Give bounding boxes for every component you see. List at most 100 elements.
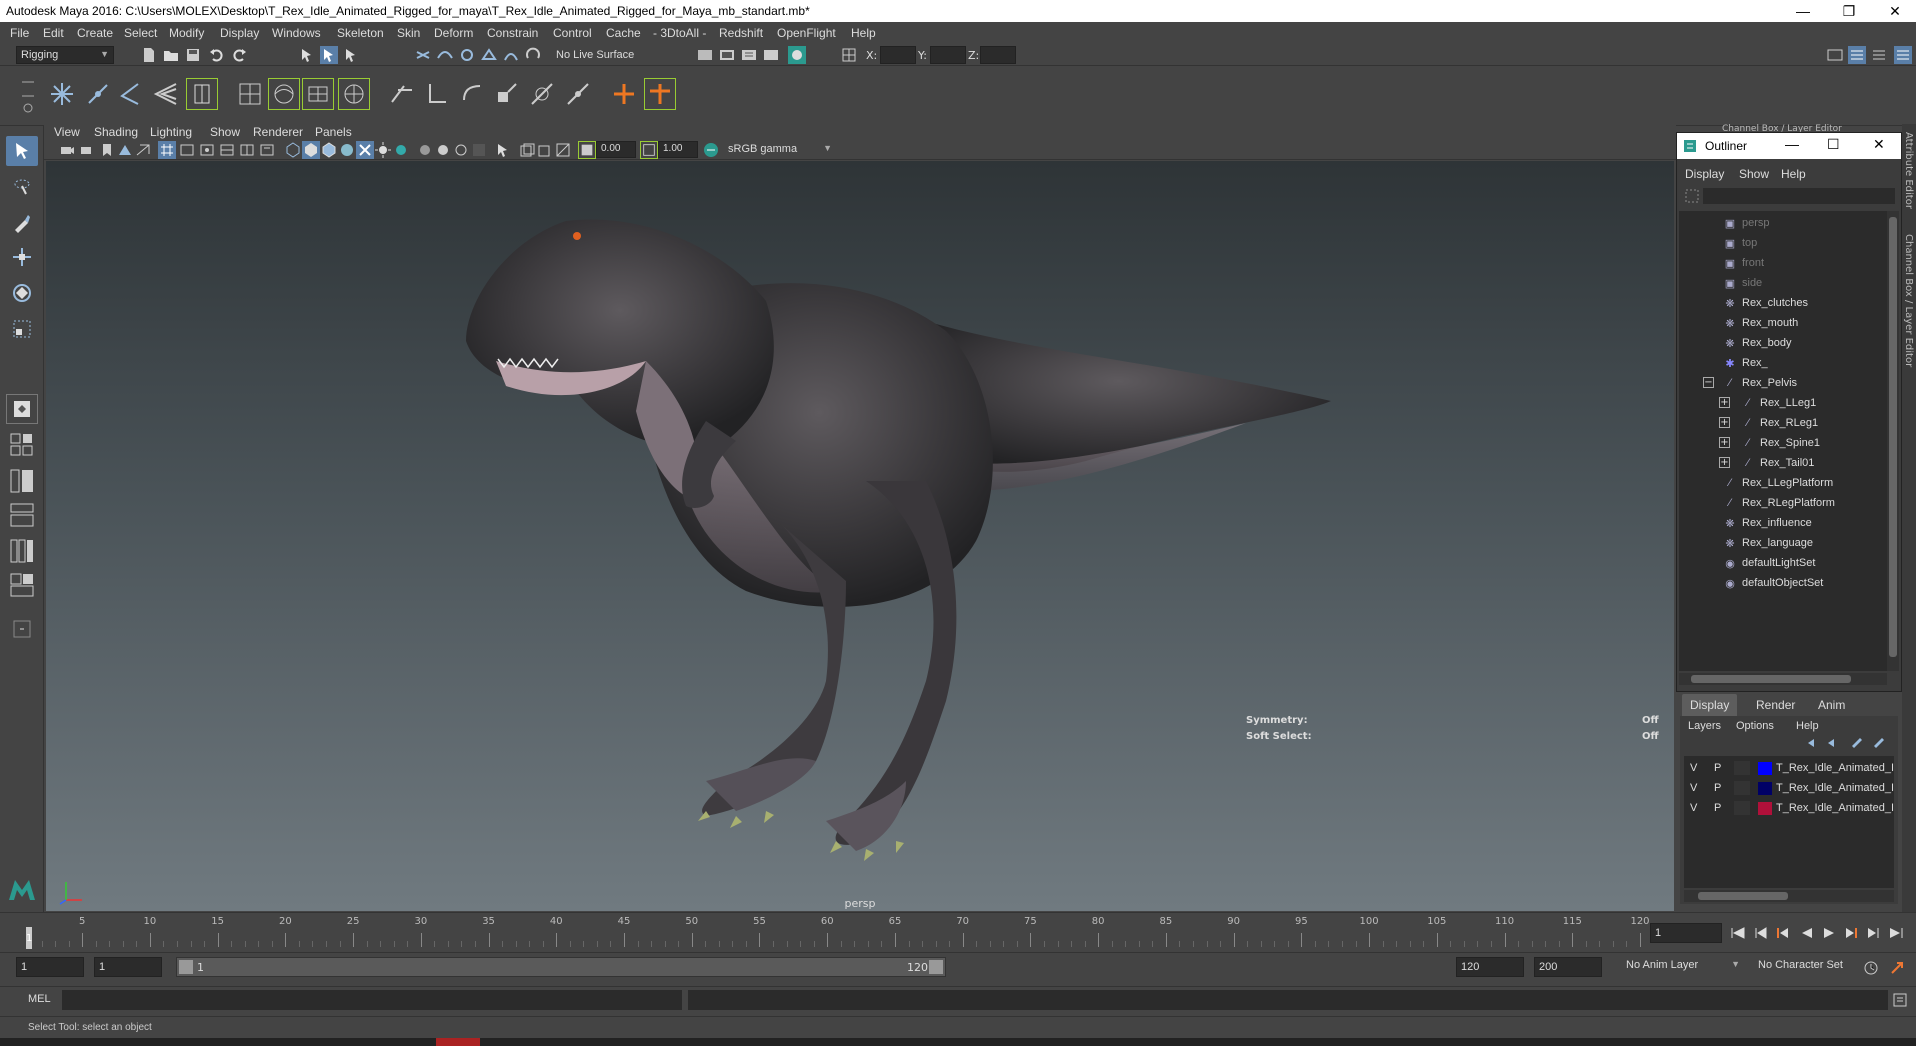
outliner-item[interactable]: ▣ side (1723, 273, 1762, 293)
safe-action-icon[interactable] (258, 141, 276, 159)
ik-handle-icon[interactable] (82, 78, 114, 110)
y-field[interactable] (930, 46, 966, 64)
layer-display-type[interactable] (1734, 781, 1750, 795)
viewport-menu-show[interactable]: Show (210, 125, 240, 139)
menu-file[interactable]: File (10, 26, 29, 40)
layer-name[interactable]: T_Rex_Idle_Animated_I (1776, 762, 1894, 774)
lasso-tool-icon[interactable] (6, 172, 38, 202)
cluster-icon[interactable] (268, 78, 300, 110)
live-surface-label[interactable]: No Live Surface (556, 49, 634, 61)
attribute-editor-toggle-icon[interactable] (1848, 46, 1866, 64)
tool-settings-icon[interactable] (1870, 46, 1888, 64)
perspective-viewport[interactable]: persp Symmetry: Off Soft Select: Off (46, 161, 1674, 911)
move-tool-icon[interactable] (6, 242, 38, 272)
scrollbar-thumb[interactable] (1698, 892, 1788, 900)
menu-set-dropdown[interactable]: Rigging ▼ (16, 46, 114, 64)
outliner-item[interactable]: ❋ Rex_mouth (1723, 313, 1798, 333)
expand-icon[interactable]: + (1719, 397, 1730, 408)
outliner-item[interactable]: ▣ front (1723, 253, 1764, 273)
play-backwards-icon[interactable] (1802, 928, 1812, 938)
outliner-item[interactable]: ⁄ Rex_LLeg1 (1741, 393, 1816, 413)
tab-render[interactable]: Render (1748, 694, 1803, 716)
go-to-end-icon[interactable] (1890, 928, 1903, 938)
xray-joints-icon[interactable] (518, 141, 536, 159)
layer-playback-toggle[interactable]: P (1714, 762, 1721, 774)
outliner-menu-display[interactable]: Display (1685, 167, 1724, 181)
select-by-object-icon[interactable] (320, 46, 338, 64)
step-forward-frame-icon[interactable] (1846, 928, 1857, 938)
multisample-aa-icon[interactable] (434, 141, 452, 159)
exposure-icon[interactable] (578, 141, 596, 159)
menu-3dtoall[interactable]: - 3DtoAll - (653, 26, 706, 40)
save-scene-icon[interactable] (184, 46, 202, 64)
layer-color-swatch[interactable] (1758, 762, 1772, 775)
layer-row[interactable]: V P T_Rex_Idle_Animated_I (1688, 780, 1898, 798)
backface-culling-icon[interactable] (554, 141, 572, 159)
playback-end-field[interactable]: 120 (1456, 957, 1524, 977)
layer-visibility-toggle[interactable]: V (1690, 802, 1697, 814)
range-slider[interactable]: 1 120 (176, 957, 946, 977)
joint-tool-icon[interactable] (46, 78, 78, 110)
outliner-item[interactable]: ✱ Rex_ (1723, 353, 1767, 373)
pole-vector-constraint-icon[interactable] (562, 78, 594, 110)
point-constraint-icon[interactable] (420, 78, 452, 110)
t-rex-model[interactable] (46, 161, 1674, 911)
viewport-menu-renderer[interactable]: Renderer (253, 125, 303, 139)
outliner-menu-help[interactable]: Help (1781, 167, 1806, 181)
color-management-icon[interactable] (702, 141, 720, 159)
layer-display-type[interactable] (1734, 801, 1750, 815)
layer-visibility-toggle[interactable]: V (1690, 762, 1697, 774)
layer-name[interactable]: T_Rex_Idle_Animated_I (1776, 802, 1894, 814)
outliner-item[interactable]: ⁄ Rex_RLeg1 (1741, 413, 1818, 433)
step-back-frame-icon[interactable] (1777, 928, 1788, 938)
outliner-item[interactable]: ⁄ Rex_Tail01 (1741, 453, 1814, 473)
playback-start-field[interactable]: 1 (94, 957, 162, 977)
layer-playback-toggle[interactable]: P (1714, 802, 1721, 814)
outliner-item[interactable]: ❋ Rex_influence (1723, 513, 1811, 533)
xray-active-components-icon[interactable] (536, 141, 554, 159)
motion-blur-icon[interactable] (416, 141, 434, 159)
soft-modification-icon[interactable] (338, 78, 370, 110)
character-set-dropdown[interactable]: No Character Set (1754, 957, 1866, 977)
locator-icon[interactable] (608, 78, 640, 110)
parent-constraint-icon[interactable] (386, 78, 418, 110)
scale-constraint-icon[interactable] (490, 78, 522, 110)
menu-skeleton[interactable]: Skeleton (337, 26, 384, 40)
filter-icon[interactable] (1685, 189, 1699, 203)
orient-constraint-icon[interactable] (456, 78, 488, 110)
insert-joint-icon[interactable] (150, 78, 182, 110)
minimize-icon[interactable]: — (1780, 0, 1826, 22)
snap-to-curve-icon[interactable] (436, 46, 454, 64)
layer-row[interactable]: V P T_Rex_Idle_Animated_I (1688, 800, 1898, 818)
resolution-gate-icon[interactable] (198, 141, 216, 159)
open-scene-icon[interactable] (162, 46, 180, 64)
textured-icon[interactable] (338, 141, 356, 159)
depth-of-field-icon[interactable] (452, 141, 470, 159)
single-perspective-layout-icon[interactable] (6, 394, 38, 424)
move-layer-down-icon[interactable] (1826, 736, 1840, 750)
transform-mode-icon[interactable] (840, 46, 858, 64)
outliner-menu-show[interactable]: Show (1739, 167, 1769, 181)
camera-attributes-icon[interactable] (78, 141, 96, 159)
animation-end-field[interactable]: 200 (1534, 957, 1602, 977)
layer-playback-toggle[interactable]: P (1714, 782, 1721, 794)
paint-select-tool-icon[interactable] (6, 208, 38, 238)
outliner-vertical-scrollbar[interactable] (1887, 211, 1899, 671)
anim-layer-dropdown[interactable]: No Anim Layer ▼ (1622, 957, 1740, 977)
four-view-layout-icon[interactable] (6, 430, 38, 460)
wireframe-icon[interactable] (284, 141, 302, 159)
step-back-key-icon[interactable] (1755, 927, 1767, 939)
use-all-lights-icon[interactable] (356, 141, 374, 159)
expand-icon[interactable]: + (1719, 457, 1730, 468)
outliner-item[interactable]: ❋ Rex_body (1723, 333, 1791, 353)
viewport-menu-shading[interactable]: Shading (94, 125, 138, 139)
menu-help[interactable]: Help (851, 26, 876, 40)
outliner-item[interactable]: ⁄ Rex_RLegPlatform (1723, 493, 1835, 513)
outliner-item[interactable]: ❋ Rex_language (1723, 533, 1813, 553)
viewport-menu-panels[interactable]: Panels (315, 125, 352, 139)
grid-toggle-icon[interactable] (158, 141, 176, 159)
film-gate-icon[interactable] (178, 141, 196, 159)
exposure-field[interactable]: 0.00 (596, 141, 636, 158)
collapse-icon[interactable]: − (1703, 377, 1714, 388)
snap-to-grid-icon[interactable] (414, 46, 432, 64)
